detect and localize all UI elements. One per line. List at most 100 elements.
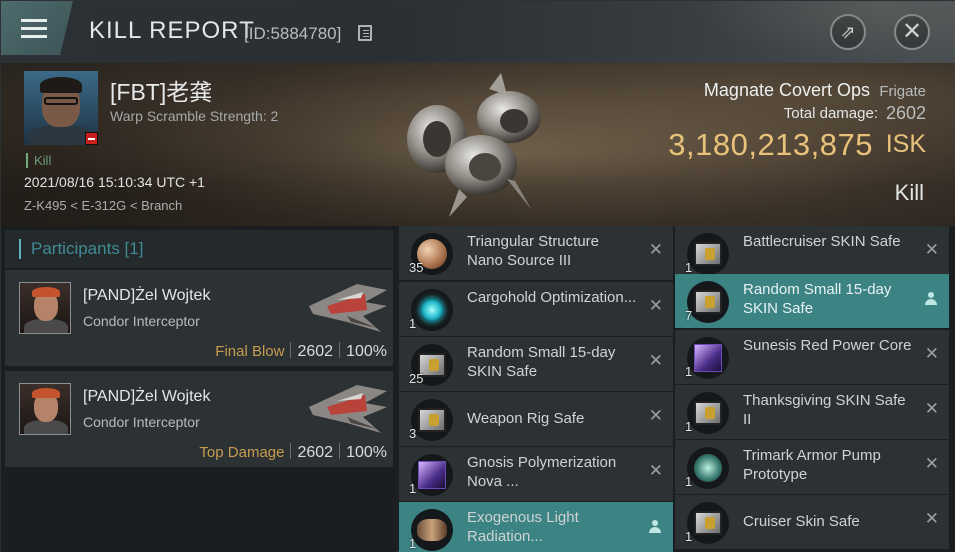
item-name: Trimark Armor Pump Prototype (743, 447, 881, 483)
participant-ship-image[interactable] (307, 377, 389, 439)
item-quantity: 25 (409, 371, 424, 386)
total-damage-label: Total damage: (783, 105, 878, 122)
kill-tag: Kill (26, 153, 51, 168)
destroyed-icon: ✕ (924, 399, 939, 418)
dropped-items-panel: 35 Triangular Structure Nano Source III … (399, 226, 955, 552)
destroyed-icon: ✕ (648, 461, 663, 480)
rig-icon (411, 289, 453, 331)
destroyed-icon: ✕ (924, 240, 939, 259)
participant-percent: 100% (346, 343, 387, 360)
item-quantity: 1 (685, 419, 693, 434)
crate-icon (687, 502, 729, 544)
item-row[interactable]: 1 Thanksgiving SKIN Safe II ✕ (675, 385, 949, 439)
participant-row[interactable]: [PAND]Żel Wojtek Condor Interceptor Top … (5, 371, 393, 468)
share-button[interactable]: ⇗ (830, 14, 866, 50)
participant-row[interactable]: [PAND]Żel Wojtek Condor Interceptor Fina… (5, 270, 393, 367)
participant-percent: 100% (346, 444, 387, 461)
isk-unit: ISK (885, 130, 926, 158)
victim-name[interactable]: [FBT]老龚 (110, 73, 212, 107)
skin-icon (411, 454, 453, 496)
item-quantity: 3 (409, 426, 417, 441)
destroyed-icon: ✕ (924, 454, 939, 473)
participant-avatar[interactable] (19, 282, 71, 334)
item-name: Gnosis Polymerization Nova ... (467, 454, 617, 490)
destroyed-icon: ✕ (924, 344, 939, 363)
share-icon: ⇗ (840, 22, 856, 42)
participant-name[interactable]: [PAND]Żel Wojtek (83, 388, 210, 406)
participant-stats: Top Damage 2602 100% (199, 443, 387, 462)
destroyed-icon: ✕ (648, 351, 663, 370)
skin-icon (687, 337, 729, 379)
item-row[interactable]: 1 Gnosis Polymerization Nova ... ✕ (399, 447, 673, 501)
participant-ship[interactable]: Condor Interceptor (83, 313, 200, 329)
title-bar: KILL REPORT [ID:5884780] ⇗ ✕ (1, 1, 955, 63)
close-icon: ✕ (901, 18, 923, 45)
participant-avatar[interactable] (19, 383, 71, 435)
module-icon (411, 509, 453, 551)
item-quantity: 1 (685, 529, 693, 544)
item-quantity: 7 (685, 308, 693, 323)
close-button[interactable]: ✕ (894, 14, 930, 50)
item-name: Weapon Rig Safe (467, 410, 585, 427)
item-quantity: 1 (685, 364, 693, 379)
item-row[interactable]: 3 Weapon Rig Safe ✕ (399, 392, 673, 446)
item-quantity: 1 (685, 474, 693, 489)
menu-button[interactable] (1, 1, 73, 55)
top-damage-label: Top Damage (199, 444, 285, 461)
dropped-person-icon (649, 520, 661, 534)
destroyed-icon: ✕ (648, 240, 663, 259)
item-quantity: 1 (409, 481, 417, 496)
window-title: KILL REPORT (89, 17, 255, 44)
copy-icon[interactable] (358, 25, 372, 41)
pump-icon (687, 447, 729, 489)
item-name: Cruiser Skin Safe (743, 513, 860, 530)
item-row[interactable]: 1 Cargohold Optimization... ✕ (399, 282, 673, 336)
dropped-person-icon (925, 292, 937, 306)
report-id: [ID:5884780] (244, 24, 342, 43)
item-quantity: 35 (409, 260, 424, 275)
menu-icon (21, 19, 47, 22)
destroyed-icon: ✕ (648, 406, 663, 425)
total-damage-value: 2602 (885, 103, 926, 123)
item-row[interactable]: 1 Cruiser Skin Safe ✕ (675, 495, 949, 549)
participant-ship-image[interactable] (307, 276, 389, 338)
participant-name[interactable]: [PAND]Żel Wojtek (83, 287, 210, 305)
crate-icon (687, 392, 729, 434)
victim-ship-name[interactable]: Magnate Covert Ops (704, 80, 870, 101)
participants-panel: Participants [1] [PAND]Żel Wojtek Condor… (1, 226, 396, 552)
kill-location[interactable]: Z-K495 < E-312G < Branch (24, 198, 182, 213)
final-blow-label: Final Blow (215, 343, 285, 360)
item-row[interactable]: 1 Exogenous Light Radiation... (399, 502, 673, 552)
crate-icon (687, 233, 729, 275)
participant-ship[interactable]: Condor Interceptor (83, 414, 200, 430)
participant-damage: 2602 (297, 444, 334, 461)
item-name: Sunesis Red Power Core (743, 337, 912, 354)
item-row[interactable]: 1 Sunesis Red Power Core ✕ (675, 330, 949, 384)
item-quantity: 1 (685, 260, 693, 275)
item-quantity: 1 (409, 536, 417, 551)
standing-minus-icon (85, 132, 98, 145)
item-row[interactable]: 1 Battlecruiser SKIN Safe ✕ (675, 226, 949, 280)
kill-report-window: KILL REPORT [ID:5884780] ⇗ ✕ [FBT]老龚 War… (0, 0, 955, 552)
victim-header: [FBT]老龚 Warp Scramble Strength: 2 Kill 2… (1, 63, 955, 226)
item-name: Random Small 15-day SKIN Safe (743, 281, 892, 317)
item-name: Battlecruiser SKIN Safe (743, 233, 901, 250)
participant-stats: Final Blow 2602 100% (215, 342, 387, 361)
item-row[interactable]: 7 Random Small 15-day SKIN Safe (675, 274, 949, 328)
result-label: Kill (894, 180, 924, 205)
item-name: Thanksgiving SKIN Safe II (743, 392, 906, 428)
item-name: Cargohold Optimization... (467, 289, 637, 306)
item-quantity: 1 (409, 316, 417, 331)
kill-datetime: 2021/08/16 15:10:34 UTC +1 (24, 174, 205, 190)
crate-icon (687, 281, 729, 323)
participants-header[interactable]: Participants [1] (5, 230, 393, 268)
item-row[interactable]: 35 Triangular Structure Nano Source III … (399, 226, 673, 280)
participants-title: Participants [1] (31, 239, 144, 258)
item-row[interactable]: 25 Random Small 15-day SKIN Safe ✕ (399, 337, 673, 391)
item-row[interactable]: 1 Trimark Armor Pump Prototype ✕ (675, 440, 949, 494)
crate-icon (411, 399, 453, 441)
victim-ship-class: Frigate (879, 83, 926, 100)
victim-ship-image[interactable] (389, 69, 559, 219)
destroyed-icon: ✕ (924, 509, 939, 528)
isk-value: 3,180,213,875 (668, 127, 873, 162)
